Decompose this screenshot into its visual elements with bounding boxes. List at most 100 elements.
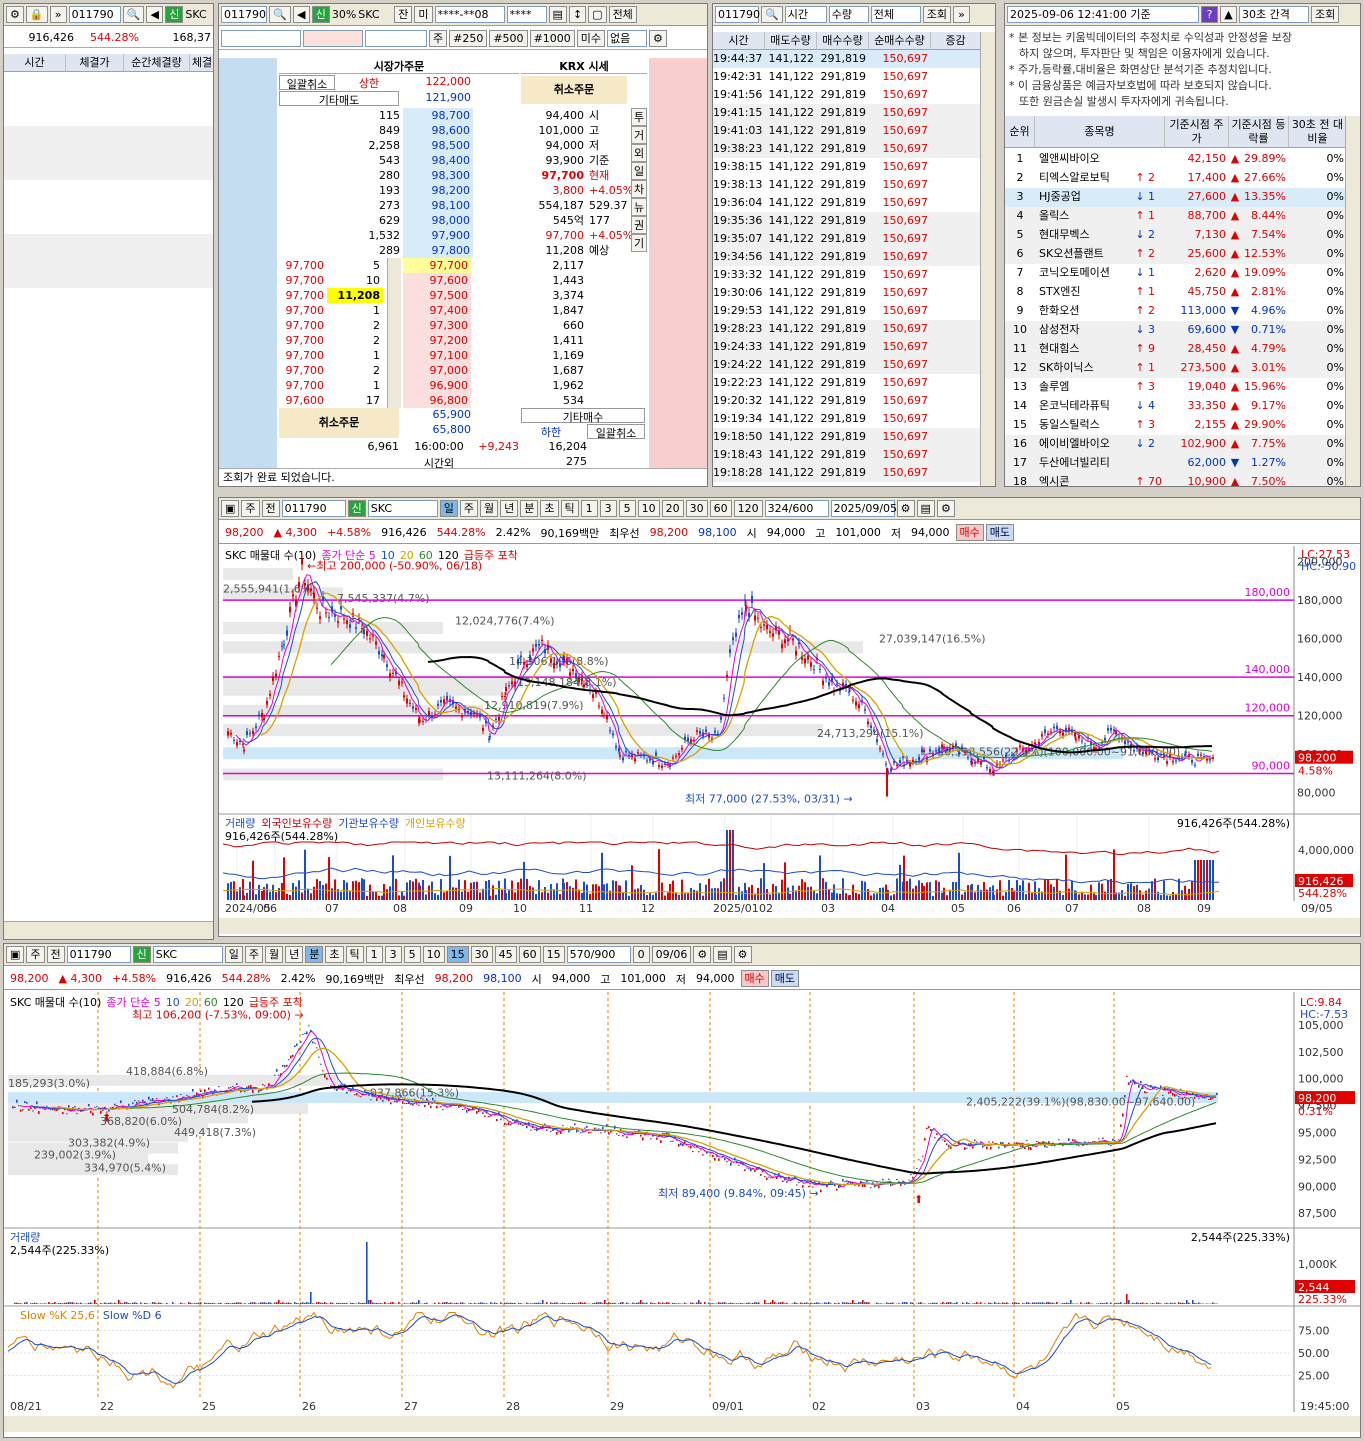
program-row[interactable]: 19:18:28 141,122 291,819 150,697	[713, 464, 981, 482]
ask-row[interactable]: 193 98,200	[279, 183, 519, 198]
chart1-scrollbar[interactable]	[219, 918, 1360, 934]
ranking-row[interactable]: 17 두산에너빌리티 62,000 ▼ 1.27% 0%	[1005, 454, 1360, 473]
ask-row[interactable]: 2,258 98,500	[279, 138, 519, 153]
ranking-row[interactable]: 1 엘앤씨바이오 42,150 ▲ 29.89% 0%	[1005, 150, 1360, 169]
program-row[interactable]: 19:35:07 141,122 291,819 150,697	[713, 230, 981, 248]
toolbar-button[interactable]: 초	[325, 946, 344, 963]
qty-1000[interactable]: #1000	[529, 30, 575, 47]
side-tab[interactable]: 투	[631, 108, 647, 126]
toolbar-button[interactable]: 10	[637, 500, 660, 517]
toolbar-button[interactable]: 월	[265, 946, 284, 963]
toolbar-button[interactable]: 30	[685, 500, 708, 517]
toolbar-button[interactable]: 1	[365, 946, 383, 963]
mode-select[interactable]: 시간	[784, 6, 827, 23]
side-tab[interactable]: 외	[631, 144, 647, 162]
toolbar-button[interactable]: 분	[520, 500, 539, 517]
program-row[interactable]: 19:36:04 141,122 291,819 150,697	[713, 194, 981, 212]
credit-badge[interactable]: 신	[347, 500, 366, 517]
ranking-row[interactable]: 5 현대무벡스 ↓ 2 7,130 ▲ 7.54% 0%	[1005, 226, 1360, 245]
bid-row[interactable]: 97,700 2,117	[403, 258, 647, 273]
speaker-icon[interactable]: ◀	[146, 6, 164, 23]
toolbar-input[interactable]: 324/600	[764, 500, 829, 517]
save-icon[interactable]: ▤	[713, 946, 732, 963]
toolbar-button[interactable]: 3	[599, 500, 617, 517]
ask-row[interactable]: 849 98,600	[279, 123, 519, 138]
program-row[interactable]: 19:24:33 141,122 291,819 150,697	[713, 338, 981, 356]
datetime-field[interactable]: 2025-09-06 12:41:00 기준	[1007, 6, 1199, 23]
order-qty-input[interactable]	[303, 30, 363, 47]
ranking-row[interactable]: 12 SK하이닉스 ↑ 1 273,500 ▲ 3.01% 0%	[1005, 359, 1360, 378]
toolbar-button[interactable]: 년	[285, 946, 304, 963]
toolbar-button[interactable]: 틱	[345, 946, 364, 963]
ranking-row[interactable]: 18 엑시콘 ↑ 70 10,900 ▲ 7.50% 0%	[1005, 473, 1360, 486]
scope-select[interactable]: 전체	[870, 6, 921, 23]
ranking-row[interactable]: 6 SK오션플랜트 ↑ 2 25,600 ▲ 12.53% 0%	[1005, 245, 1360, 264]
balance-button[interactable]: 잔	[394, 6, 413, 23]
bid-row[interactable]: 97,600 1,443	[403, 273, 647, 288]
toolbar-button[interactable]: 120	[733, 500, 763, 517]
all-button[interactable]: 전체	[608, 6, 637, 23]
ranking-row[interactable]: 16 에이비엘바이오 ↓ 2 102,900 ▲ 7.75% 0%	[1005, 435, 1360, 454]
minute-price-chart[interactable]: SKC 매물대 수(10) 종가 단순 5 10 20 60 120 급등주 포착 LC:9.…	[4, 992, 1360, 1437]
bid-row[interactable]: 96,800 534	[403, 393, 647, 408]
bid-row[interactable]: 97,300 660	[403, 318, 647, 333]
buy-button[interactable]: 매수	[740, 970, 769, 987]
expand-icon[interactable]: »	[49, 6, 67, 23]
search-icon[interactable]: 🔍	[269, 6, 291, 23]
condition-select[interactable]: 없음	[607, 30, 648, 47]
program-row[interactable]: 19:44:37 141,122 291,819 150,697	[713, 50, 981, 68]
other-buy-label[interactable]: 기타매수	[521, 408, 645, 424]
toolbar-button[interactable]: 전	[46, 946, 65, 963]
credit-flag[interactable]: 신	[311, 6, 330, 23]
toolbar-button[interactable]: 전	[261, 500, 280, 517]
program-row[interactable]: 19:30:06 141,122 291,819 150,697	[713, 284, 981, 302]
ranking-row[interactable]: 2 티엑스알로보틱 ↑ 2 17,400 ▲ 27.66% 0%	[1005, 169, 1360, 188]
toolbar-button[interactable]: 15	[446, 946, 469, 963]
search-icon[interactable]: 🔍	[761, 6, 783, 23]
buy-button[interactable]: 매수	[955, 524, 984, 541]
ranking-row[interactable]: 4 올릭스 ↑ 1 88,700 ▲ 8.44% 0%	[1005, 207, 1360, 226]
ranking-row[interactable]: 9 한화오션 ↑ 2 113,000 ▼ 4.96% 0%	[1005, 302, 1360, 321]
program-row[interactable]: 19:29:53 141,122 291,819 150,697	[713, 302, 981, 320]
bid-row[interactable]: 97,400 1,847	[403, 303, 647, 318]
window-icon[interactable]: ▣	[6, 946, 25, 963]
program-row[interactable]: 19:18:50 141,122 291,819 150,697	[713, 428, 981, 446]
toolbar-button[interactable]: 20	[661, 500, 684, 517]
ask-row[interactable]: 115 98,700	[279, 108, 519, 123]
credit-badge[interactable]: 신	[165, 6, 184, 23]
side-tab[interactable]: 권	[631, 216, 647, 234]
bid-row[interactable]: 97,200 1,411	[403, 333, 647, 348]
toolbar-button[interactable]: 0	[632, 946, 650, 963]
ranking-row[interactable]: 14 온코닉테라퓨틱 ↓ 4 33,350 ▲ 9.17% 0%	[1005, 397, 1360, 416]
toolbar-button[interactable]: 분	[305, 946, 324, 963]
ranking-row[interactable]: 10 삼성전자 ↓ 3 69,600 ▼ 0.71% 0%	[1005, 321, 1360, 340]
ask-row[interactable]: 1,532 97,900	[279, 228, 519, 243]
qty-500[interactable]: #500	[489, 30, 528, 47]
arrows-icon[interactable]: ↕	[568, 6, 587, 23]
interval-select[interactable]: 30초 간격	[1239, 6, 1309, 23]
qty-250[interactable]: #250	[449, 30, 488, 47]
toolbar-button[interactable]: 60	[709, 500, 732, 517]
ranking-row[interactable]: 3 HJ중공업 ↓ 1 27,600 ▲ 13.35% 0%	[1005, 188, 1360, 207]
gear-icon[interactable]: ⚙	[896, 500, 915, 517]
ranking-row[interactable]: 7 코닉오토메이션 ↓ 1 2,620 ▲ 19.09% 0%	[1005, 264, 1360, 283]
toolbar-button[interactable]: 15	[542, 946, 565, 963]
toolbar-button[interactable]: 1	[580, 500, 598, 517]
program-row[interactable]: 19:18:43 141,122 291,819 150,697	[713, 446, 981, 464]
ask-row[interactable]: 289 97,800	[279, 243, 519, 258]
program-row[interactable]: 19:19:34 141,122 291,819 150,697	[713, 410, 981, 428]
toolbar-button[interactable]: 3	[384, 946, 402, 963]
unit-select[interactable]: 수량	[828, 6, 869, 23]
stock-code-input[interactable]: 011790	[68, 6, 121, 23]
sell-button[interactable]: 매도	[770, 970, 800, 987]
gear-icon[interactable]: ⚙	[693, 946, 712, 963]
order-amount-input[interactable]	[365, 30, 427, 47]
program-row[interactable]: 19:22:23 141,122 291,819 150,697	[713, 374, 981, 392]
program-scrollbar[interactable]	[980, 32, 995, 486]
cancel-order-top[interactable]: 취소주문	[521, 76, 627, 104]
ask-row[interactable]: 629 98,000	[279, 213, 519, 228]
toolbar-button[interactable]: 년	[500, 500, 519, 517]
toolbar-button[interactable]: 5	[403, 946, 421, 963]
ranking-scrollbar[interactable]	[1345, 116, 1360, 486]
ask-row[interactable]: 543 98,400	[279, 153, 519, 168]
